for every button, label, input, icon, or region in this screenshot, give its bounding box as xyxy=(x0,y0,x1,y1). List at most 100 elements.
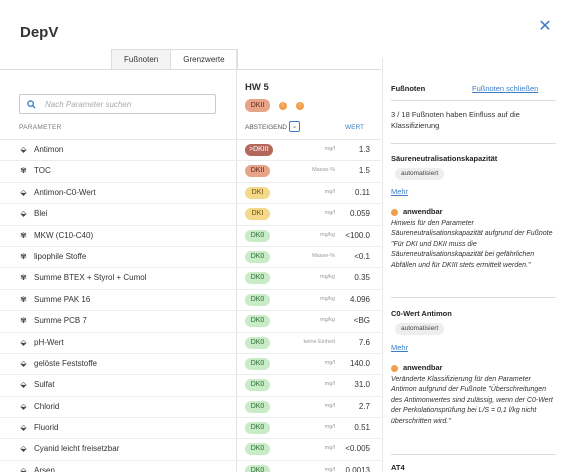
search-input[interactable] xyxy=(45,97,210,111)
molecule-icon: ✾ xyxy=(20,166,27,176)
unit-label: mg/l xyxy=(324,146,335,152)
close-icon[interactable]: ✕ xyxy=(537,19,553,35)
footnote-title: Säureneutralisationskapazität xyxy=(391,154,498,163)
class-badge: DK0 xyxy=(245,357,270,370)
parameter-label: Fluorid xyxy=(34,423,59,433)
parameter-name: ✾ Summe BTEX + Styrol + Cumol xyxy=(19,273,146,282)
table-row[interactable]: ⬙ gelöste Feststoffe DK0 mg/l 140.0 xyxy=(0,354,381,376)
drop-icon: ⬙ xyxy=(20,145,27,154)
molecule-icon: ✾ xyxy=(20,230,27,240)
value-label: 0.059 xyxy=(349,209,370,219)
automated-chip: automatisiert xyxy=(395,168,445,180)
value-column-header[interactable]: WERT xyxy=(345,124,364,131)
divider xyxy=(391,297,556,298)
table-row[interactable]: ⬙ Fluorid DK0 mg/l 0.51 xyxy=(0,418,381,440)
tab-fussnoten[interactable]: Fußnoten xyxy=(111,49,172,69)
table-row[interactable]: ✾ Summe BTEX + Styrol + Cumol DK0 mg/kg 0.35 xyxy=(0,268,381,290)
parameter-label: Chlorid xyxy=(34,401,60,411)
class-badge: DK0 xyxy=(245,443,270,456)
table-row[interactable]: ⬙ Antimon >DKIII mg/l 1.3 xyxy=(0,140,381,162)
parameter-name: ✾ Summe PAK 16 xyxy=(19,295,90,304)
parameter-name: ⬙ pH-Wert xyxy=(19,337,63,347)
table-row[interactable]: ⬙ Antimon-C0-Wert DKI mg/l 0.11 xyxy=(0,183,381,205)
table-row[interactable]: ✾ MKW (C10-C40) DK0 mg/kg <100.0 xyxy=(0,226,381,247)
close-footnotes-link[interactable]: Fußnoten schließen xyxy=(472,84,538,93)
value-label: 140.0 xyxy=(349,358,370,368)
parameter-column-header: PARAMETER xyxy=(19,124,62,131)
class-badge: DK0 xyxy=(245,229,270,242)
value-label: 7.6 xyxy=(358,337,370,347)
parameter-label: Summe PAK 16 xyxy=(34,294,91,304)
molecule-icon: ✾ xyxy=(20,251,27,261)
value-label: 1.3 xyxy=(358,145,370,154)
warning-dot-icon xyxy=(391,364,398,372)
value-label: 4.096 xyxy=(349,294,370,304)
value-label: 1.5 xyxy=(358,166,370,176)
unit-label: mg/l xyxy=(324,188,335,195)
table-row[interactable]: ⬙ pH-Wert DK0 keine Einheit 7.6 xyxy=(0,333,381,354)
drop-icon: ⬙ xyxy=(20,337,27,347)
tab-grenzwerte[interactable]: Grenzwerte xyxy=(171,49,238,69)
parameter-label: Antimon-C0-Wert xyxy=(34,187,96,197)
parameter-label: Sulfat xyxy=(34,380,55,390)
more-link[interactable]: Mehr xyxy=(391,187,408,196)
value-label: 2.7 xyxy=(358,401,370,411)
more-link[interactable]: Mehr xyxy=(391,343,408,352)
drop-icon: ⬙ xyxy=(20,401,27,411)
applicable-status: anwendbar xyxy=(391,363,443,372)
parameter-label: Antimon xyxy=(34,145,64,154)
footnote-title: C0-Wert Antimon xyxy=(391,309,452,318)
class-badge: DKI xyxy=(245,208,270,221)
parameter-name: ⬙ Chlorid xyxy=(19,402,59,411)
value-label: 31.0 xyxy=(354,380,370,390)
footnote-text: Hinweis für den Parameter Säureneutralis… xyxy=(391,220,553,269)
molecule-icon: ✾ xyxy=(20,273,27,283)
table-row[interactable]: ⬙ Arsen DK0 mg/l 0.0013 xyxy=(0,461,381,472)
drop-icon: ⬙ xyxy=(20,209,27,219)
value-label: <BG xyxy=(353,316,370,326)
hw-badge: DKII xyxy=(245,99,270,112)
parameter-label: MKW (C10-C40) xyxy=(34,230,94,240)
unit-label: mg/l xyxy=(324,210,335,217)
class-badge: DK0 xyxy=(245,293,270,306)
table-row[interactable]: ⬙ Cyanid leicht freisetzbar DK0 mg/l <0.005 xyxy=(0,439,381,461)
unit-label: mg/kg xyxy=(320,231,335,238)
class-badge: DKII xyxy=(245,165,270,178)
automated-chip: automatisiert xyxy=(395,323,445,335)
table-row[interactable]: ✾ TOC DKII Masse-% 1.5 xyxy=(0,161,381,183)
warning-dot-icon: ! xyxy=(296,102,304,110)
sort-toggle-button[interactable]: ⌄ xyxy=(289,121,300,132)
parameter-name: ✾ MKW (C10-C40) xyxy=(19,231,93,240)
search-box[interactable] xyxy=(19,94,216,114)
parameter-label: Summe BTEX + Styrol + Cumol xyxy=(34,273,147,283)
header: DepV ✕ xyxy=(0,0,563,58)
parameter-label: Arsen xyxy=(34,465,55,472)
tab-bar: Fußnoten Grenzwerte xyxy=(111,49,238,69)
parameter-label: lipophile Stoffe xyxy=(34,251,87,261)
drop-icon: ⬙ xyxy=(20,465,27,472)
class-badge: DK0 xyxy=(245,272,270,285)
table-row[interactable]: ⬙ Chlorid DK0 mg/l 2.7 xyxy=(0,397,381,419)
table-row[interactable]: ✾ lipophile Stoffe DK0 Masse-% <0.1 xyxy=(0,247,381,269)
unit-label: mg/l xyxy=(324,359,335,366)
table-row[interactable]: ⬙ Blei DKI mg/l 0.059 xyxy=(0,204,381,226)
parameter-name: ✾ Summe PCB 7 xyxy=(19,316,87,325)
divider xyxy=(391,143,556,144)
applicable-status: anwendbar xyxy=(391,207,443,216)
divider xyxy=(0,69,381,70)
table-row[interactable]: ⬙ Sulfat DK0 mg/l 31.0 xyxy=(0,375,381,397)
parameter-name: ⬙ Antimon-C0-Wert xyxy=(19,187,96,197)
footnotes-summary: 3 / 18 Fußnoten haben Einfluss auf die K… xyxy=(391,110,520,130)
table-row[interactable]: ✾ Summe PCB 7 DK0 mg/kg <BG xyxy=(0,311,381,333)
table-row[interactable]: ✾ Summe PAK 16 DK0 mg/kg 4.096 xyxy=(0,290,381,312)
unit-label: mg/l xyxy=(324,466,335,472)
class-badge: DK0 xyxy=(245,336,270,349)
drop-icon: ⬙ xyxy=(20,444,27,454)
class-badge: >DKIII xyxy=(245,144,273,156)
drop-icon: ⬙ xyxy=(20,187,27,197)
sort-label: ABSTEIGEND xyxy=(245,124,287,131)
drop-icon: ⬙ xyxy=(20,380,27,390)
value-label: <0.1 xyxy=(354,251,370,261)
page-title: DepV xyxy=(20,24,59,41)
parameter-label: Summe PCB 7 xyxy=(34,316,87,326)
